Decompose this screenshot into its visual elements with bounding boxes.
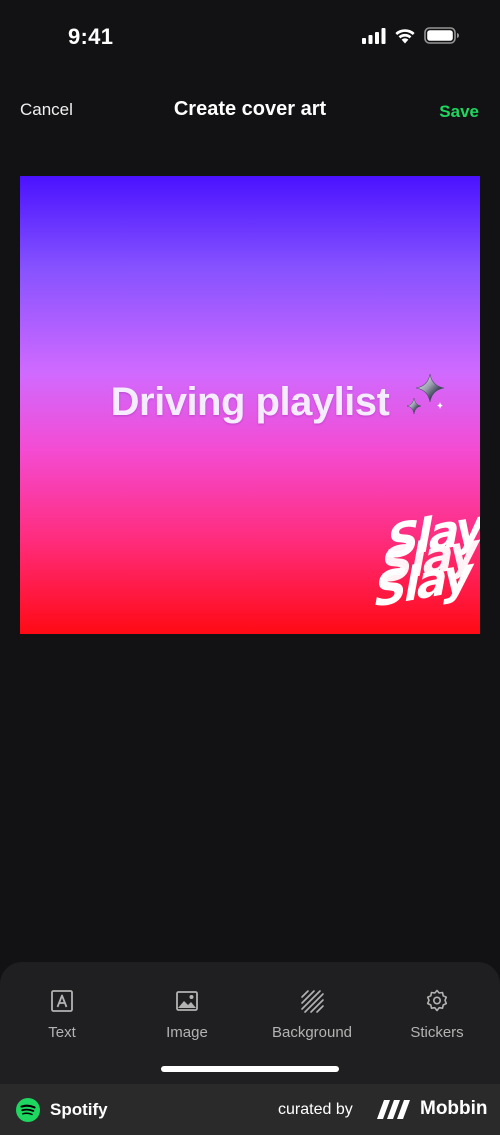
text-icon bbox=[51, 990, 73, 1012]
text-tool-button[interactable]: Text bbox=[2, 988, 122, 1041]
wifi-icon bbox=[395, 29, 415, 44]
mobbin-brand: Mobbin bbox=[420, 1098, 488, 1119]
background-tool-button[interactable]: Background bbox=[252, 988, 372, 1041]
status-icons bbox=[362, 27, 460, 44]
attribution-footer: Spotify curated by Mobbin bbox=[0, 1084, 500, 1135]
battery-icon bbox=[424, 27, 459, 44]
stickers-tool-label: Stickers bbox=[410, 1024, 464, 1041]
cover-art-canvas[interactable]: Driving playlist Slay Slay Slay bbox=[20, 176, 480, 634]
page-title: Create cover art bbox=[173, 98, 327, 120]
image-icon bbox=[176, 991, 198, 1011]
text-tool-label: Text bbox=[48, 1024, 76, 1041]
mobbin-logo-icon bbox=[377, 1100, 410, 1119]
curated-by-label: curated by bbox=[278, 1101, 353, 1118]
status-time: 9:41 bbox=[68, 24, 114, 49]
spotify-logo-icon bbox=[16, 1098, 40, 1122]
editor-toolbar: Text Image Background Stickers bbox=[0, 962, 500, 1084]
status-bar: 9:41 bbox=[0, 0, 500, 75]
background-icon bbox=[301, 990, 324, 1013]
background-tool-label: Background bbox=[271, 1024, 353, 1041]
stickers-tool-button[interactable]: Stickers bbox=[377, 988, 497, 1041]
image-tool-label: Image bbox=[166, 1024, 208, 1041]
sticker-icon bbox=[426, 989, 448, 1012]
slay-sticker[interactable]: Slay Slay Slay bbox=[360, 498, 480, 621]
app-name: Spotify bbox=[50, 1100, 108, 1119]
image-tool-button[interactable]: Image bbox=[127, 988, 247, 1041]
sparkle-sticker-icon[interactable] bbox=[404, 370, 448, 416]
cellular-signal-icon bbox=[362, 27, 386, 44]
nav-bar: Cancel Create cover art Save bbox=[0, 88, 500, 132]
slay-sticker-text: Slay bbox=[374, 546, 470, 618]
home-indicator[interactable] bbox=[161, 1066, 339, 1072]
save-button[interactable]: Save bbox=[439, 102, 479, 122]
